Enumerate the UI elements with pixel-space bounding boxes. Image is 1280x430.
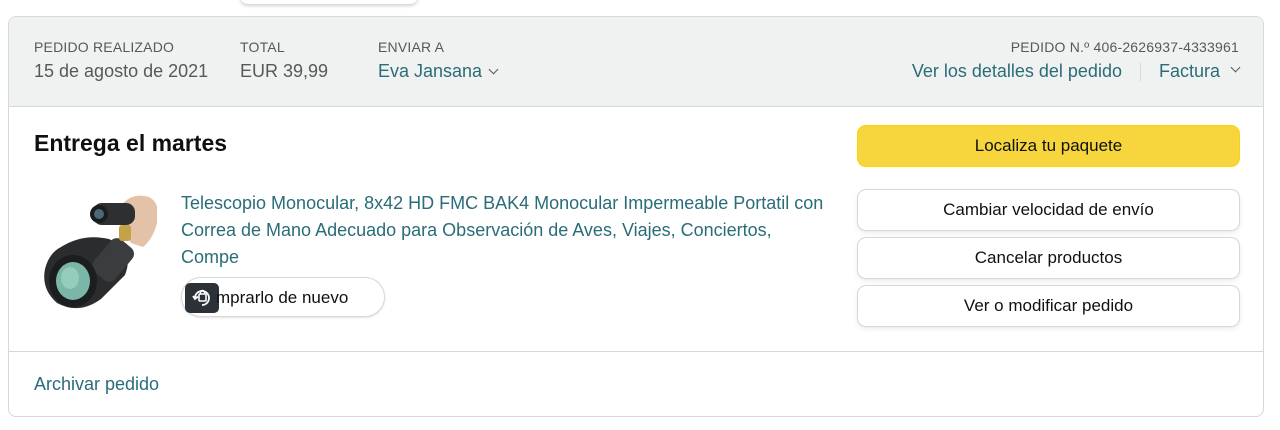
track-package-button[interactable]: Localiza tu paquete xyxy=(857,125,1240,167)
order-total-label: TOTAL xyxy=(240,39,285,55)
order-total-value: EUR 39,99 xyxy=(240,61,329,81)
chevron-down-icon xyxy=(488,64,499,75)
header-divider xyxy=(1139,62,1141,81)
order-meta: PEDIDO N.º 406-2626937-4333961 Ver los d… xyxy=(912,39,1241,82)
ship-to-label: ENVIAR A xyxy=(378,39,445,55)
order-details-link[interactable]: Ver los detalles del pedido xyxy=(912,61,1122,82)
ship-to: ENVIAR A Eva Jansana xyxy=(378,39,499,82)
product-image[interactable] xyxy=(39,189,158,317)
invoice-link[interactable]: Factura xyxy=(1159,61,1220,82)
buy-again-button[interactable]: mprarlo de nuevo xyxy=(181,277,385,317)
chevron-down-icon xyxy=(1230,62,1241,73)
cancel-items-button[interactable]: Cancelar productos xyxy=(857,237,1240,279)
archive-order-link[interactable]: Archivar pedido xyxy=(34,374,159,395)
order-card: PEDIDO REALIZADO 15 de agosto de 2021 TO… xyxy=(8,16,1264,417)
order-placed-date: 15 de agosto de 2021 xyxy=(34,61,209,81)
top-tab-edge xyxy=(240,0,418,4)
footer-divider xyxy=(9,351,1263,352)
ship-to-recipient[interactable]: Eva Jansana xyxy=(378,61,499,82)
buy-again-icon xyxy=(185,283,219,313)
delivery-status-title: Entrega el martes xyxy=(34,130,228,156)
ship-to-name[interactable]: Eva Jansana xyxy=(378,61,482,81)
order-header: PEDIDO REALIZADO 15 de agosto de 2021 TO… xyxy=(9,17,1263,107)
change-shipping-speed-button[interactable]: Cambiar velocidad de envío xyxy=(857,189,1240,231)
product-title-link[interactable]: Telescopio Monocular, 8x42 HD FMC BAK4 M… xyxy=(181,190,831,271)
order-total: TOTAL EUR 39,99 xyxy=(240,39,328,82)
monocular-telescope-image xyxy=(44,195,158,309)
order-placed: PEDIDO REALIZADO 15 de agosto de 2021 xyxy=(34,39,208,82)
order-number: PEDIDO N.º 406-2626937-4333961 xyxy=(1010,39,1239,55)
buy-again-label: mprarlo de nuevo xyxy=(216,288,349,307)
order-placed-label: PEDIDO REALIZADO xyxy=(34,39,175,55)
view-modify-order-button[interactable]: Ver o modificar pedido xyxy=(857,285,1240,327)
